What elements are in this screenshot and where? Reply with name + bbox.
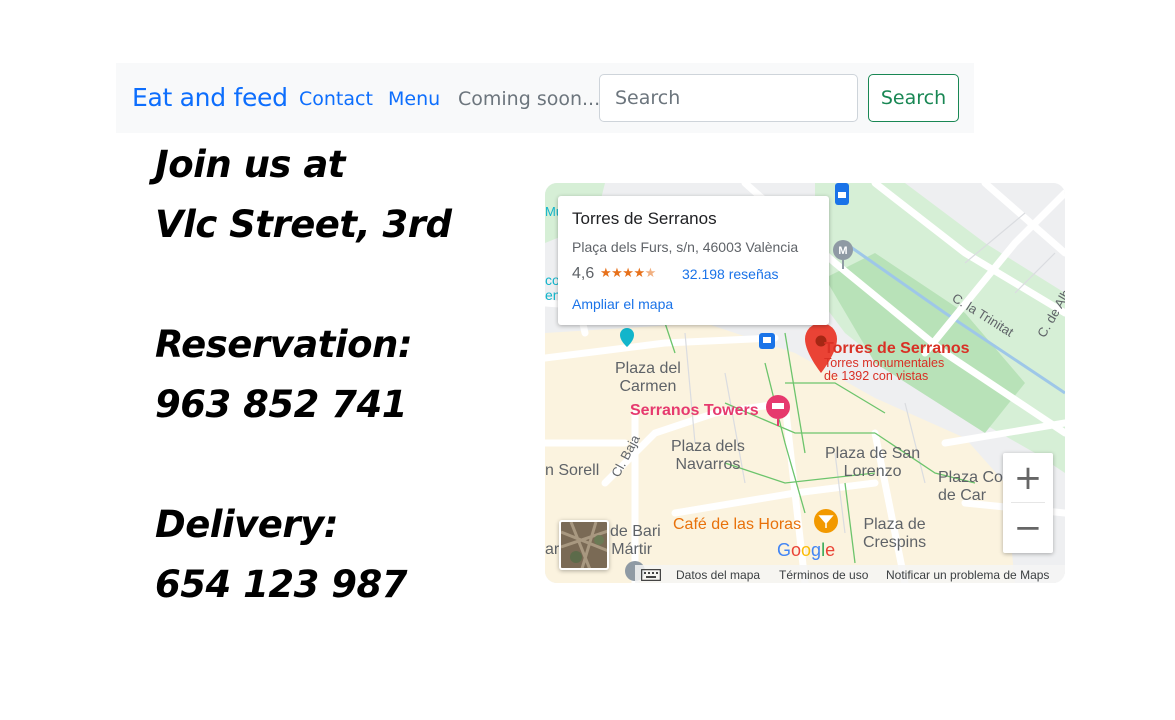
address-heading: Vlc Street, 3rd bbox=[155, 203, 452, 246]
place-info-card: Torres de Serranos Plaça dels Furs, s/n,… bbox=[558, 196, 829, 325]
map-label-line: Plaza dels bbox=[671, 438, 745, 455]
map-label-line: Plaza del bbox=[615, 360, 681, 377]
satellite-thumbnail bbox=[561, 522, 607, 568]
search-button[interactable]: Search bbox=[868, 74, 959, 122]
map-data-link[interactable]: Datos del mapa bbox=[676, 568, 760, 582]
nav-link-menu[interactable]: Menu bbox=[388, 88, 440, 110]
zoom-out-button[interactable]: − bbox=[1003, 503, 1053, 553]
nav-link-contact[interactable]: Contact bbox=[299, 88, 373, 110]
map-label-line: Lorenzo bbox=[843, 462, 902, 480]
satellite-toggle[interactable] bbox=[559, 520, 609, 570]
reservation-phone: 963 852 741 bbox=[155, 383, 407, 426]
map-label-plaza-carmen: Plaza del Carmen bbox=[615, 360, 681, 395]
map-label-place-name[interactable]: Torres de Serranos bbox=[824, 340, 970, 358]
delivery-label: Delivery: bbox=[155, 503, 339, 546]
map-label-line: Crespins bbox=[863, 533, 927, 551]
map-label-edge: ar bbox=[545, 540, 560, 558]
reservation-label: Reservation: bbox=[155, 323, 413, 366]
nav-link-coming-soon: Coming soon... bbox=[458, 88, 601, 110]
card-title: Torres de Serranos bbox=[572, 209, 717, 228]
navbar: Eat and feed Contact Menu Coming soon...… bbox=[116, 63, 974, 133]
google-logo: Google bbox=[777, 540, 836, 560]
cocktail-icon bbox=[814, 509, 838, 533]
map-label-plaza-co: Plaza Co de Car bbox=[938, 469, 1003, 504]
keyboard-icon[interactable] bbox=[641, 569, 661, 581]
map-label-line: Plaza Co bbox=[938, 469, 1003, 486]
zoom-in-button[interactable]: + bbox=[1003, 453, 1053, 503]
map-label-cafe[interactable]: Café de las Horas bbox=[673, 516, 801, 534]
card-rating: 4,6 bbox=[572, 265, 595, 282]
map-label-line: de 1392 con vistas bbox=[824, 369, 929, 384]
enlarge-map-link[interactable]: Ampliar el mapa bbox=[572, 296, 673, 312]
join-heading: Join us at bbox=[155, 143, 346, 186]
brand-link[interactable]: Eat and feed bbox=[132, 83, 288, 112]
card-address: Plaça dels Furs, s/n, 46003 València bbox=[572, 239, 799, 255]
map-label-line: Carmen bbox=[619, 377, 677, 395]
map-label-line: Plaza de San bbox=[825, 445, 921, 462]
map-label-plaza-lorenzo: Plaza de San Lorenzo bbox=[825, 445, 920, 480]
report-problem-link[interactable]: Notificar un problema de Maps bbox=[886, 568, 1049, 582]
map-label-line: Navarros bbox=[675, 455, 741, 473]
map-label-place-desc: Torres monumentales de 1392 con vistas bbox=[824, 356, 944, 384]
map-label-plaza-navarros: Plaza dels Navarros bbox=[671, 438, 745, 473]
zoom-controls: + − bbox=[1003, 453, 1053, 553]
map-label-sorell: n Sorell bbox=[545, 462, 600, 479]
delivery-phone: 654 123 987 bbox=[155, 563, 407, 606]
terms-link[interactable]: Términos de uso bbox=[779, 568, 868, 582]
star-icon: ★★★★★ bbox=[600, 265, 656, 280]
map-label-plaza-crespins: Plaza de Crespins bbox=[863, 516, 926, 551]
map-label-line: Plaza de bbox=[863, 516, 926, 533]
google-map[interactable]: M Plaza del Carmen Serranos Towers Torre… bbox=[545, 183, 1065, 583]
map-label-line: de Car bbox=[938, 486, 987, 504]
card-reviews-link[interactable]: 32.198 reseñas bbox=[682, 266, 779, 282]
map-label-serranos-towers[interactable]: Serranos Towers bbox=[630, 402, 759, 420]
svg-text:M: M bbox=[838, 245, 847, 257]
search-input[interactable] bbox=[599, 74, 858, 122]
